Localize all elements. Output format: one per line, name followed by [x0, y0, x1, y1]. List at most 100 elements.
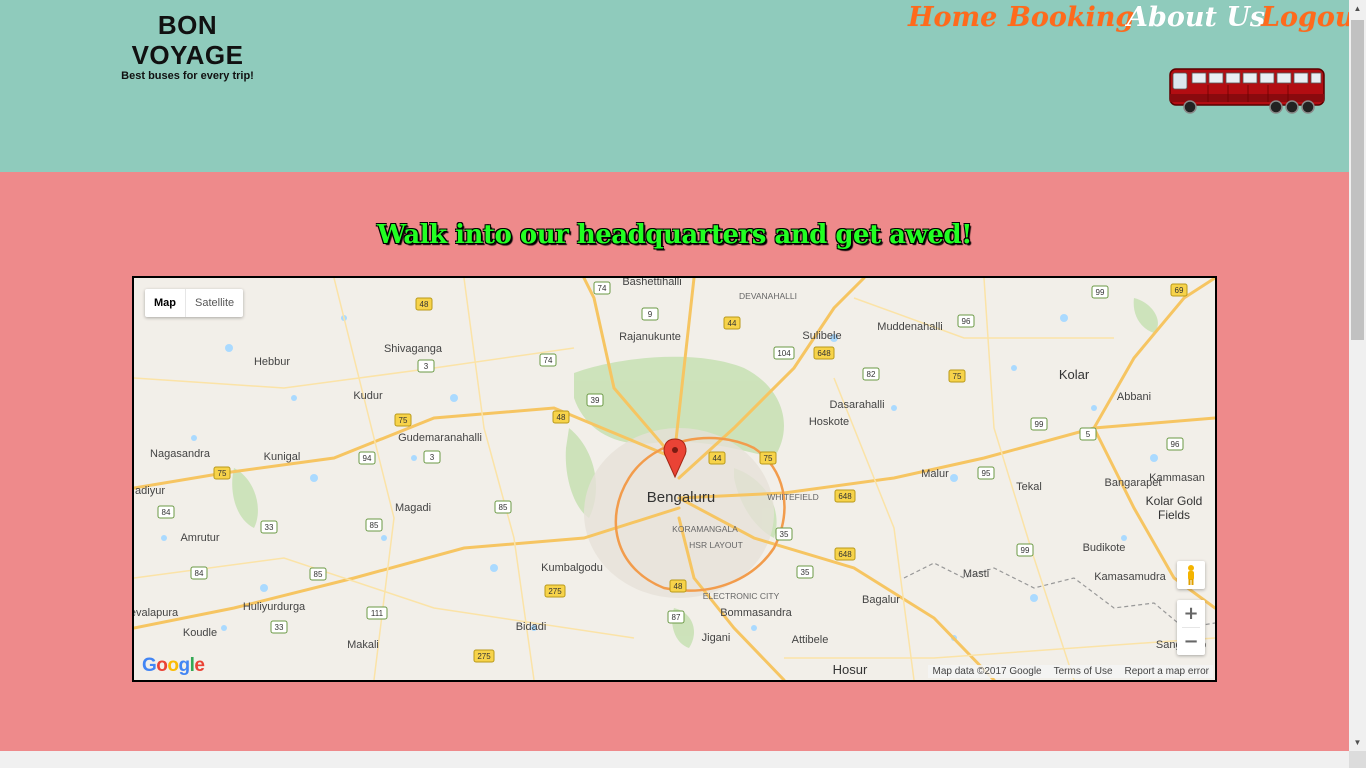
- nav-logout-link[interactable]: Logout: [1261, 2, 1349, 33]
- place-label: Fields: [1158, 508, 1190, 522]
- route-shield: 74: [598, 284, 607, 293]
- report-map-error-link[interactable]: Report a map error: [1125, 666, 1209, 677]
- route-shield: 82: [867, 370, 876, 379]
- map-canvas[interactable]: 74 9 44 48 104 648 96 99 69 3 74 82 75 3…: [134, 278, 1215, 680]
- brand-tagline: Best buses for every trip!: [121, 70, 254, 82]
- place-label: Shivaganga: [384, 343, 443, 355]
- route-shield: 85: [314, 570, 323, 579]
- route-shield: 648: [838, 550, 852, 559]
- site-header: BON VOYAGE Best buses for every trip! Ho…: [0, 0, 1349, 172]
- route-shield: 35: [780, 530, 789, 539]
- place-label: Bidadi: [516, 621, 547, 633]
- page-viewport: BON VOYAGE Best buses for every trip! Ho…: [0, 0, 1349, 751]
- route-shield: 75: [399, 416, 408, 425]
- route-shield: 104: [777, 349, 791, 358]
- place-label: Koudle: [183, 627, 217, 639]
- route-shield: 96: [1171, 440, 1180, 449]
- route-shield: 85: [370, 521, 379, 530]
- place-label: Rajanukunte: [619, 331, 681, 343]
- route-shield: 39: [591, 396, 600, 405]
- route-shield: 5: [1086, 430, 1091, 439]
- place-label: Masti: [963, 568, 989, 580]
- route-shield: 33: [265, 523, 274, 532]
- route-shield: 85: [499, 503, 508, 512]
- route-shield: 44: [713, 454, 722, 463]
- route-shield: 35: [801, 568, 810, 577]
- place-label: Magadi: [395, 502, 431, 514]
- nav-booking-link[interactable]: Booking: [1008, 2, 1134, 33]
- route-shield: 111: [371, 609, 384, 618]
- google-map[interactable]: 74 9 44 48 104 648 96 99 69 3 74 82 75 3…: [132, 276, 1217, 682]
- place-label: ELECTRONIC CITY: [703, 591, 780, 601]
- place-label: Kudur: [353, 390, 383, 402]
- route-shield: 44: [728, 319, 737, 328]
- place-label: adiyur: [135, 485, 165, 497]
- route-shield: 48: [420, 300, 429, 309]
- route-shield: 75: [764, 454, 773, 463]
- map-type-map-button[interactable]: Map: [145, 289, 185, 317]
- place-label: Malur: [921, 468, 949, 480]
- place-label: Bommasandra: [720, 607, 792, 619]
- place-label: Kunigal: [264, 451, 301, 463]
- place-label: Tekal: [1016, 481, 1042, 493]
- google-logo[interactable]: Google: [142, 655, 205, 677]
- route-shield: 9: [648, 310, 653, 319]
- route-shield: 648: [817, 349, 831, 358]
- place-label: Muddenahalli: [877, 321, 942, 333]
- brand-title: BON VOYAGE: [131, 10, 244, 70]
- scroll-up-arrow-icon[interactable]: ▲: [1349, 0, 1366, 17]
- route-shield: 84: [162, 508, 171, 517]
- place-label: Hoskote: [809, 416, 849, 428]
- bus-logo-icon: [1169, 68, 1325, 114]
- route-shield: 3: [430, 453, 435, 462]
- route-shield: 87: [672, 613, 681, 622]
- place-label: Bagalur: [862, 594, 900, 606]
- scroll-down-arrow-icon[interactable]: ▼: [1349, 734, 1366, 751]
- place-label: Hosur: [833, 662, 868, 677]
- route-shield: 275: [548, 587, 562, 596]
- scrollbar-corner: [1349, 751, 1366, 768]
- place-label: Kamasamudra: [1094, 571, 1166, 583]
- route-shield: 75: [218, 469, 227, 478]
- route-shield: 99: [1096, 288, 1105, 297]
- horizontal-scrollbar[interactable]: [0, 751, 1349, 768]
- place-label: KORAMANGALA: [672, 524, 738, 534]
- place-label: evalapura: [134, 607, 179, 619]
- place-label: HSR LAYOUT: [689, 540, 743, 550]
- place-label: Kumbalgodu: [541, 562, 603, 574]
- brand: BON VOYAGE Best buses for every trip!: [100, 10, 275, 83]
- place-label: Huliyurdurga: [243, 601, 306, 613]
- place-label: Hebbur: [254, 356, 290, 368]
- zoom-control: + −: [1177, 600, 1205, 655]
- street-view-pegman-icon[interactable]: [1177, 561, 1205, 589]
- place-label: WHITEFIELD: [767, 492, 818, 502]
- route-shield: 48: [557, 413, 566, 422]
- route-shield: 96: [962, 317, 971, 326]
- place-label: Nagasandra: [150, 448, 211, 460]
- nav-about-link[interactable]: About Us: [1127, 2, 1265, 33]
- map-attribution: Map data ©2017 Google Terms of Use Repor…: [928, 665, 1213, 678]
- terms-of-use-link[interactable]: Terms of Use: [1054, 666, 1113, 677]
- route-shield: 75: [953, 372, 962, 381]
- place-label: Bangarapet: [1105, 477, 1162, 489]
- zoom-in-button[interactable]: +: [1177, 600, 1205, 627]
- place-label: Makali: [347, 639, 379, 651]
- vertical-scrollbar[interactable]: ▲ ▼: [1349, 0, 1366, 751]
- route-shield: 48: [674, 582, 683, 591]
- zoom-out-button[interactable]: −: [1177, 628, 1205, 655]
- nav-home-link[interactable]: Home: [908, 2, 997, 33]
- place-label: Amrutur: [180, 532, 219, 544]
- route-shield: 99: [1035, 420, 1044, 429]
- place-label: DEVANAHALLI: [739, 291, 797, 301]
- place-label: Sulibele: [802, 330, 841, 342]
- place-label: Gudemaranahalli: [398, 432, 482, 444]
- map-data-credit: Map data ©2017 Google: [932, 666, 1042, 677]
- place-label: Bashettihalli: [622, 278, 681, 288]
- scrollbar-thumb[interactable]: [1351, 20, 1364, 340]
- route-shield: 74: [544, 356, 553, 365]
- map-type-satellite-button[interactable]: Satellite: [185, 289, 243, 317]
- place-label: Jigani: [702, 632, 731, 644]
- route-shield: 3: [424, 362, 429, 371]
- main-section: Walk into our headquarters and get awed!: [0, 172, 1349, 751]
- route-shield: 275: [477, 652, 491, 661]
